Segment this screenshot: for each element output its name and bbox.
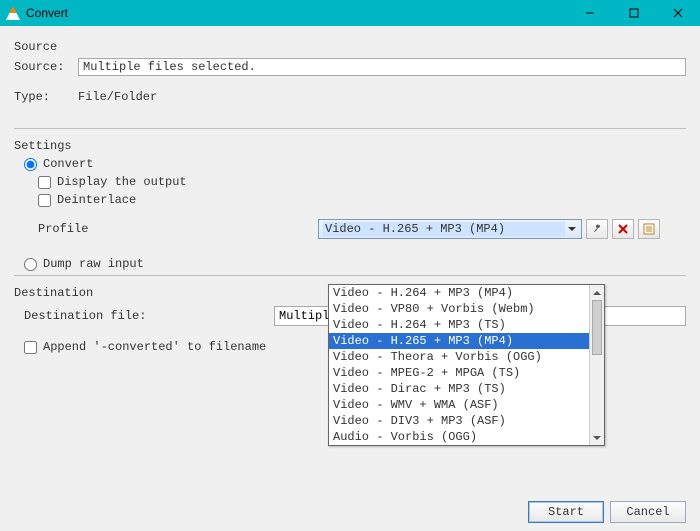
chevron-down-icon — [565, 222, 579, 236]
maximize-button[interactable] — [612, 0, 656, 26]
wrench-icon — [591, 223, 603, 235]
profile-dropdown-list[interactable]: Video - H.264 + MP3 (MP4)Video - VP80 + … — [328, 284, 605, 446]
settings-section-title: Settings — [14, 139, 686, 153]
profile-option[interactable]: Video - VP80 + Vorbis (Webm) — [329, 301, 604, 317]
deinterlace-label: Deinterlace — [57, 193, 136, 207]
profile-option[interactable]: Video - MPEG-2 + MPGA (TS) — [329, 365, 604, 381]
display-output-label: Display the output — [57, 175, 187, 189]
profile-option[interactable]: Video - H.264 + MP3 (TS) — [329, 317, 604, 333]
profile-label: Profile — [38, 222, 318, 236]
profile-option[interactable]: Video - DIV3 + MP3 (ASF) — [329, 413, 604, 429]
profile-option[interactable]: Video - Dirac + MP3 (TS) — [329, 381, 604, 397]
source-input[interactable] — [78, 58, 686, 76]
cancel-button[interactable]: Cancel — [610, 501, 686, 523]
dump-radio-label: Dump raw input — [43, 257, 144, 271]
profile-option[interactable]: Audio - Vorbis (OGG) — [329, 429, 604, 445]
divider — [14, 275, 686, 276]
titlebar: Convert — [0, 0, 700, 26]
minimize-button[interactable] — [568, 0, 612, 26]
dropdown-scrollbar[interactable] — [589, 285, 604, 445]
profile-option[interactable]: Video - H.265 + MP3 (MP4) — [329, 333, 604, 349]
type-value: File/Folder — [78, 90, 157, 104]
new-profile-button[interactable] — [638, 219, 660, 239]
close-button[interactable] — [656, 0, 700, 26]
profile-combobox[interactable]: Video - H.265 + MP3 (MP4) — [318, 219, 582, 239]
deinterlace-checkbox[interactable] — [38, 194, 51, 207]
profile-option[interactable]: Video - WMV + WMA (ASF) — [329, 397, 604, 413]
cancel-button-label: Cancel — [626, 505, 669, 519]
append-converted-checkbox[interactable] — [24, 341, 37, 354]
convert-radio[interactable] — [24, 158, 37, 171]
start-button-label: Start — [548, 505, 584, 519]
profile-option[interactable]: Video - Theora + Vorbis (OGG) — [329, 349, 604, 365]
delete-profile-button[interactable] — [612, 219, 634, 239]
dump-radio[interactable] — [24, 258, 37, 271]
window-title: Convert — [26, 6, 68, 20]
edit-profile-button[interactable] — [586, 219, 608, 239]
convert-radio-label: Convert — [43, 157, 93, 171]
source-section-title: Source — [14, 40, 686, 54]
scroll-down-icon[interactable] — [590, 430, 604, 445]
divider — [14, 128, 686, 129]
start-button[interactable]: Start — [528, 501, 604, 523]
type-label: Type: — [14, 90, 72, 104]
display-output-checkbox[interactable] — [38, 176, 51, 189]
scrollbar-thumb[interactable] — [592, 300, 602, 355]
profile-option[interactable]: Video - H.264 + MP3 (MP4) — [329, 285, 604, 301]
delete-icon — [618, 224, 628, 234]
source-label: Source: — [14, 60, 72, 74]
append-converted-label: Append '-converted' to filename — [43, 340, 266, 354]
destination-file-label: Destination file: — [24, 309, 274, 323]
vlc-logo-icon — [6, 6, 20, 20]
profile-selected-value: Video - H.265 + MP3 (MP4) — [323, 222, 565, 236]
scroll-up-icon[interactable] — [590, 285, 604, 300]
new-profile-icon — [643, 223, 655, 235]
